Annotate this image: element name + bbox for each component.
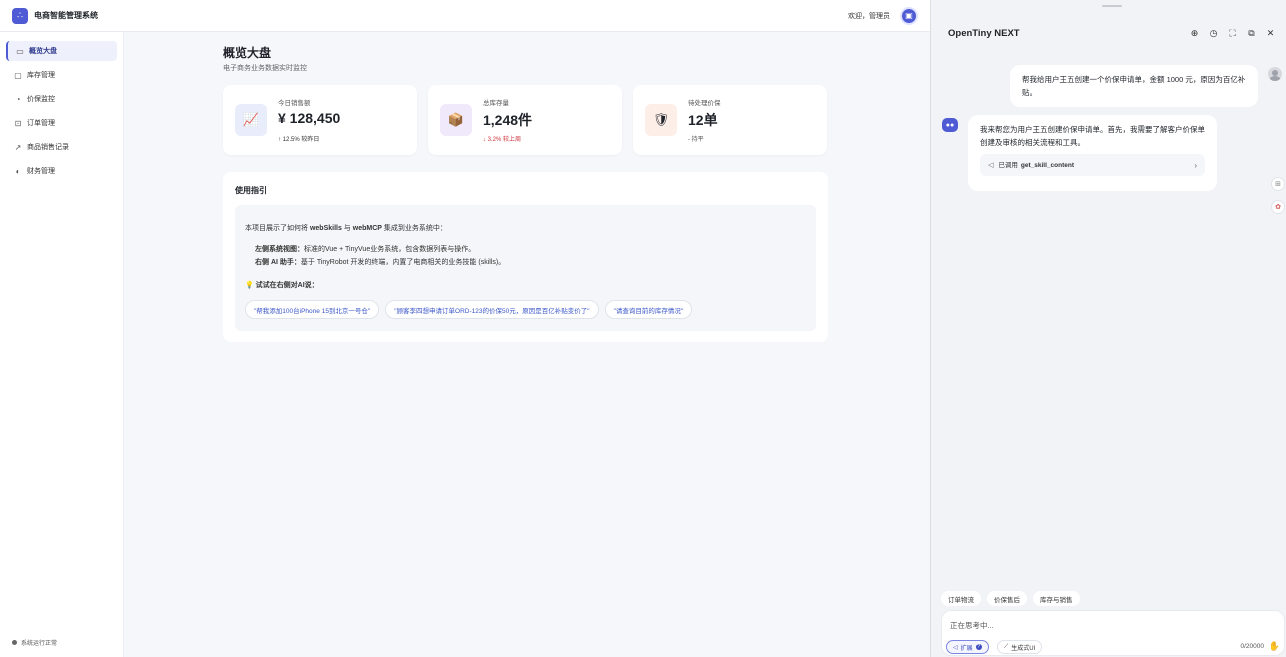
ai-chat-panel: OpenTiny NEXT ⊕ ◷ ⛶ ⧉ ✕ 帮我给用户王五创建一个价保申请单… [930,0,1286,657]
generative-ui-label: 生成式UI [1011,645,1036,652]
page-title: 概览大盘 [223,46,272,60]
usage-guide-card: 使用指引 本项目展示了如何将 webSkills 与 webMCP 集成到业务系… [223,172,828,342]
history-icon[interactable]: ◷ [1208,27,1219,39]
sidebar-item-label: 订单管理 [27,120,55,127]
wallet-icon: ◐ [15,166,21,176]
popout-icon[interactable]: ⧉ [1246,27,1257,39]
status-dot-icon [12,640,17,645]
sidebar-item-price-protection[interactable]: ◔ 价保监控 [6,89,117,109]
expand-button[interactable]: ◁ 扩展 ? [946,640,989,654]
user-avatar[interactable]: ▣ [900,6,918,25]
monitor-icon: ▭ [16,46,24,56]
tool-call-prefix: 已调用 [998,161,1018,169]
tool-icon: ◁ [988,161,994,169]
char-counter: 0/20000 [1240,643,1265,650]
chevron-right-icon: › [1194,160,1197,170]
sidebar-item-finance[interactable]: ◐ 财务管理 [6,161,117,181]
stat-label: 待处理价保 [688,100,721,107]
app-logo-icon: ∴ [12,7,28,24]
plug-icon: ◁ [953,644,958,651]
count-badge: ? [975,644,982,650]
chart-line-icon: ↗ [14,142,22,152]
user-message: 帮我给用户王五创建一个价保申请单，金额 1000 元，原因为百亿补贴。 [1010,65,1258,107]
prompt-chip-price-protection[interactable]: "顾客李四想申请订单ORD-123的价保50元，原因是百亿补贴变价了" [385,300,599,319]
stat-delta: ↑ 12.5% 较昨日 [278,137,320,143]
shield-icon: 🛡 [645,104,677,136]
guide-body: 本项目展示了如何将 webSkills 与 webMCP 集成到业务系统中： 左… [235,205,816,331]
stat-label: 总库存量 [483,100,509,107]
stat-value: 12单 [688,112,718,128]
quick-action-logistics[interactable]: 订单物流 [941,591,981,606]
prompt-chip-inventory-query[interactable]: "请查询目前的库存情况" [604,300,693,319]
chat-input[interactable] [950,618,1230,632]
bot-avatar-icon: ●● [942,118,958,132]
sidebar-item-label: 价保监控 [27,96,55,103]
voice-icon[interactable]: ✋ [1269,641,1280,652]
main-content: 概览大盘 电子商务业务数据实时监控 📈 今日销售额 ¥ 128,450 ↑ 12… [124,32,930,657]
generative-ui-button[interactable]: ⟋ 生成式UI [997,640,1043,654]
sidebar-item-overview[interactable]: ▭ 概览大盘 [6,41,117,61]
cart-icon: ⊡ [14,118,22,128]
sidebar-item-label: 概览大盘 [29,48,57,55]
guide-intro: 本项目展示了如何将 webSkills 与 webMCP 集成到业务系统中： [245,225,447,232]
drag-handle[interactable] [1102,5,1122,7]
new-chat-icon[interactable]: ⊕ [1189,27,1200,39]
assistant-message: 我来帮您为用户王五创建价保申请单。首先，我需要了解客户价保单创建及审核的相关流程… [968,115,1217,191]
page-subtitle: 电子商务业务数据实时监控 [223,65,307,72]
stat-card-price-protection: 🛡 待处理价保 12单 - 持平 [633,85,827,155]
guide-title: 使用指引 [235,186,267,195]
dock-grid-icon[interactable]: ⊞ [1271,177,1285,191]
sidebar-item-label: 商品销售记录 [27,144,69,151]
chat-title: OpenTiny NEXT [948,28,1020,39]
stat-label: 今日销售额 [278,100,311,107]
user-avatar-icon [1268,67,1282,81]
package-icon: 📦 [440,104,472,136]
chat-input-box: ◁ 扩展 ? ⟋ 生成式UI 0/20000 ✋ [941,610,1285,656]
sidebar-item-sales-records[interactable]: ↗ 商品销售记录 [6,137,117,157]
welcome-text: 欢迎，管理员 [848,12,890,20]
top-header: ∴ 电商智能管理系统 欢迎，管理员 ▣ [0,0,930,32]
sidebar: ▭ 概览大盘 ▢ 库存管理 ◔ 价保监控 ⊡ 订单管理 ↗ 商品销售记录 ◐ 财… [0,32,124,657]
sidebar-item-label: 库存管理 [27,72,55,79]
sidebar-item-inventory[interactable]: ▢ 库存管理 [6,65,117,85]
status-text: 系统运行正常 [21,641,58,647]
stat-card-inventory: 📦 总库存量 1,248件 ↓ 3.2% 较上周 [428,85,622,155]
stat-delta: ↓ 3.2% 较上周 [483,137,522,143]
trend-icon: 📈 [235,104,267,136]
sidebar-item-orders[interactable]: ⊡ 订单管理 [6,113,117,133]
quick-action-inventory-sales[interactable]: 库存与销售 [1033,591,1080,606]
tool-call-name: get_skill_content [1020,161,1074,169]
tool-call-item[interactable]: ◁ 已调用 get_skill_content › [980,154,1205,176]
stat-value: 1,248件 [483,112,533,128]
close-icon[interactable]: ✕ [1265,27,1276,39]
box-icon: ▢ [14,70,22,80]
stat-value: ¥ 128,450 [278,110,341,126]
quick-action-after-sales[interactable]: 价保售后 [987,591,1027,606]
guide-line-right: 右侧 AI 助手：基于 TinyRobot 开发的终端，内置了电商相关的业务技能… [255,259,506,266]
stat-delta: - 持平 [688,137,704,143]
stat-card-sales: 📈 今日销售额 ¥ 128,450 ↑ 12.5% 较昨日 [223,85,417,155]
dock-plugin-icon[interactable]: ✿ [1271,200,1285,214]
app-title: 电商智能管理系统 [34,11,98,20]
fullscreen-icon[interactable]: ⛶ [1227,27,1238,39]
system-status: 系统运行正常 [12,638,57,647]
assistant-message-text: 我来帮您为用户王五创建价保申请单。首先，我需要了解客户价保单创建及审核的相关流程… [980,125,1205,147]
lock-icon: ◔ [15,94,21,104]
sidebar-item-label: 财务管理 [27,168,55,175]
magic-wand-icon: ⟋ [1004,643,1009,650]
guide-line-left: 左侧系统视图：标准的Vue + TinyVue业务系统，包含数据列表与操作。 [255,246,476,253]
expand-label: 扩展 [960,645,973,652]
prompt-chip-add-iphone[interactable]: "帮我添加100台iPhone 15到北京一号仓" [245,300,380,319]
guide-try-label: 💡 试试在右侧对AI说： [245,282,319,289]
